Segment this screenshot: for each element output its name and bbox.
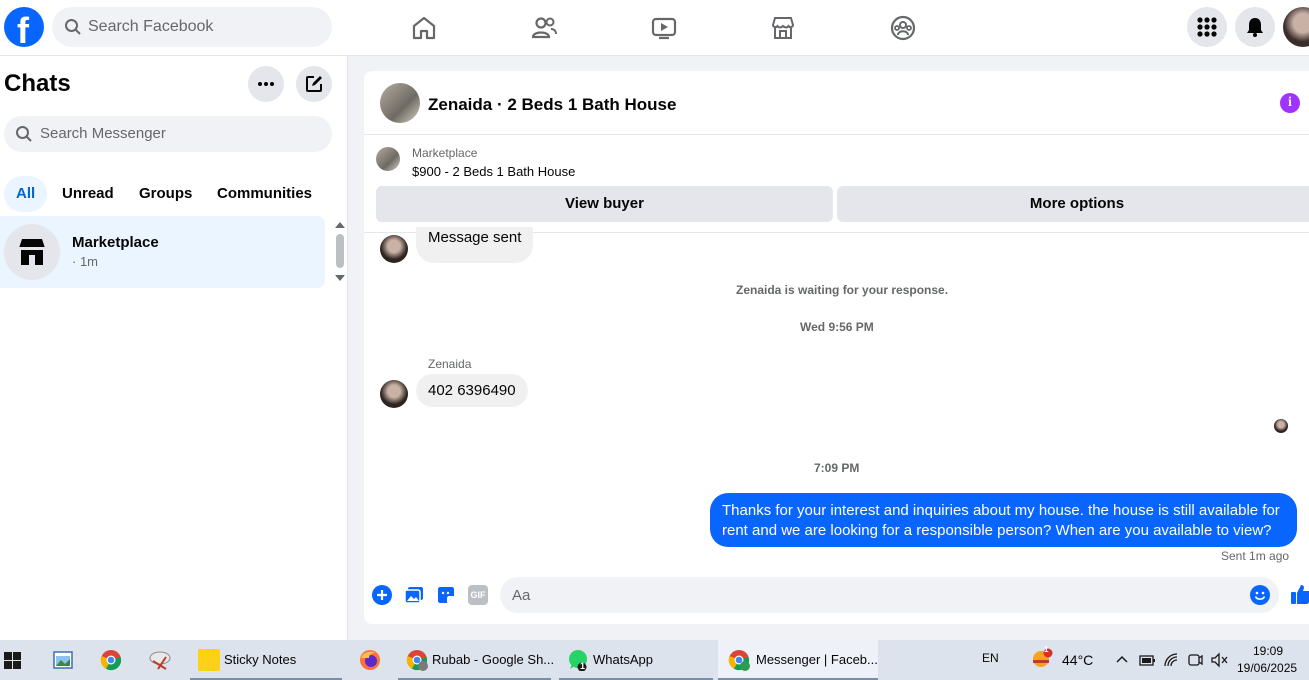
whatsapp-badge: 1 bbox=[580, 661, 586, 671]
chrome-profile-icon bbox=[728, 650, 750, 671]
message-bubble-outgoing: Thanks for your interest and inquiries a… bbox=[710, 493, 1297, 547]
paint-app-icon[interactable] bbox=[52, 649, 74, 671]
snipping-tool-icon[interactable] bbox=[148, 649, 174, 671]
listing-title[interactable]: $900 - 2 Beds 1 Bath House bbox=[412, 164, 575, 179]
chats-title: Chats bbox=[4, 70, 71, 97]
profile-avatar[interactable] bbox=[1283, 7, 1309, 47]
taskbar-item-label: Rubab - Google Sh... bbox=[432, 652, 555, 667]
menu-grid-button[interactable] bbox=[1187, 7, 1227, 47]
sender-avatar bbox=[380, 235, 408, 263]
message-bubble-incoming: 402 6396490 bbox=[416, 374, 528, 407]
chat-item-marketplace[interactable]: Marketplace · 1m bbox=[0, 216, 325, 288]
search-icon bbox=[65, 19, 81, 35]
chat-item-meta: · 1m bbox=[72, 254, 98, 269]
taskbar-item-label: WhatsApp bbox=[593, 652, 653, 667]
friends-icon[interactable] bbox=[528, 12, 560, 44]
language-indicator[interactable]: EN bbox=[982, 651, 999, 665]
marketplace-label: Marketplace bbox=[412, 146, 478, 160]
weather-badge: 1 bbox=[1044, 645, 1049, 654]
messenger-search-placeholder: Search Messenger bbox=[40, 125, 166, 142]
sent-status: Sent 1m ago bbox=[1221, 549, 1290, 563]
notifications-button[interactable] bbox=[1235, 7, 1275, 47]
grid-icon bbox=[1197, 17, 1217, 37]
video-icon[interactable] bbox=[648, 12, 680, 44]
more-icon bbox=[258, 82, 274, 86]
top-navigation-bar: f Search Facebook bbox=[0, 0, 1309, 56]
emoji-icon[interactable] bbox=[1250, 585, 1270, 605]
chat-list-scrollbar[interactable] bbox=[336, 234, 344, 268]
filter-unread[interactable]: Unread bbox=[50, 176, 126, 212]
taskbar-item-messenger[interactable]: Messenger | Faceb... bbox=[718, 640, 878, 680]
home-icon[interactable] bbox=[408, 12, 440, 44]
more-options-button[interactable]: More options bbox=[837, 186, 1309, 222]
filter-communities[interactable]: Communities bbox=[205, 176, 324, 212]
sticker-icon[interactable] bbox=[436, 585, 456, 605]
clock-time[interactable]: 19:09 bbox=[1253, 644, 1283, 658]
add-icon[interactable] bbox=[372, 585, 392, 605]
taskbar-item-sticky-notes[interactable]: Sticky Notes bbox=[190, 640, 342, 680]
message-input[interactable]: Aa bbox=[500, 577, 1279, 613]
clock-date[interactable]: 19/06/2025 bbox=[1237, 661, 1297, 675]
whatsapp-icon bbox=[569, 650, 587, 671]
conversation-title[interactable]: Zenaida · 2 Beds 1 Bath House bbox=[428, 95, 676, 115]
new-message-button[interactable] bbox=[296, 66, 332, 102]
chats-options-button[interactable] bbox=[248, 66, 284, 102]
storefront-icon bbox=[19, 239, 45, 265]
taskbar-item-label: Messenger | Faceb... bbox=[756, 652, 878, 667]
firefox-icon[interactable] bbox=[359, 649, 381, 671]
read-receipt-avatar bbox=[1274, 419, 1288, 433]
meet-now-icon[interactable] bbox=[1187, 652, 1203, 668]
groups-icon[interactable] bbox=[887, 12, 919, 44]
message-input-placeholder: Aa bbox=[512, 587, 531, 604]
taskbar-item-google-sheets[interactable]: Rubab - Google Sh... bbox=[398, 640, 555, 680]
sender-avatar bbox=[380, 380, 408, 408]
listing-thumbnail[interactable] bbox=[376, 147, 400, 171]
conversation-header: Zenaida · 2 Beds 1 Bath House i bbox=[364, 71, 1309, 135]
sticky-notes-icon bbox=[198, 649, 220, 671]
windows-start-icon[interactable] bbox=[4, 652, 21, 669]
message-bubble-incoming: Message sent bbox=[416, 227, 534, 263]
compose-icon bbox=[306, 76, 322, 92]
weather-icon[interactable] bbox=[1030, 648, 1054, 670]
waiting-notice: Zenaida is waiting for your response. bbox=[736, 283, 949, 297]
chat-item-name: Marketplace bbox=[72, 234, 159, 251]
view-buyer-button[interactable]: View buyer bbox=[376, 186, 833, 222]
scroll-down-arrow[interactable] bbox=[335, 275, 345, 281]
scroll-up-arrow[interactable] bbox=[335, 222, 345, 228]
messenger-search-input[interactable]: Search Messenger bbox=[4, 116, 332, 152]
chats-sidebar: Chats Search Messenger All Unread Groups… bbox=[0, 56, 348, 640]
filter-groups[interactable]: Groups bbox=[127, 176, 204, 212]
chrome-profile-icon bbox=[406, 650, 428, 671]
conversation-panel: Zenaida · 2 Beds 1 Bath House i Marketpl… bbox=[364, 71, 1309, 624]
like-icon[interactable] bbox=[1290, 583, 1309, 605]
wifi-icon[interactable] bbox=[1163, 652, 1179, 668]
facebook-logo[interactable]: f bbox=[4, 7, 44, 51]
chevron-up-icon[interactable] bbox=[1115, 654, 1129, 664]
windows-taskbar: Sticky Notes Rubab - Google Sh... 1 What… bbox=[0, 640, 1309, 680]
photo-icon[interactable] bbox=[404, 585, 424, 605]
timestamp: 7:09 PM bbox=[814, 461, 860, 475]
marketplace-icon[interactable] bbox=[767, 12, 799, 44]
chat-avatar bbox=[4, 224, 60, 280]
filter-all[interactable]: All bbox=[4, 176, 48, 212]
facebook-search-placeholder: Search Facebook bbox=[88, 18, 214, 35]
conversation-avatar[interactable] bbox=[380, 83, 420, 123]
taskbar-item-whatsapp[interactable]: 1 WhatsApp bbox=[559, 640, 713, 680]
facebook-search-input[interactable]: Search Facebook bbox=[52, 7, 332, 47]
info-icon[interactable]: i bbox=[1280, 93, 1300, 113]
search-icon bbox=[16, 126, 32, 142]
sender-name: Zenaida bbox=[428, 357, 472, 371]
taskbar-item-label: Sticky Notes bbox=[224, 652, 297, 667]
gif-icon[interactable]: GIF bbox=[468, 585, 488, 605]
battery-icon[interactable] bbox=[1138, 652, 1156, 668]
weather-temperature[interactable]: 44°C bbox=[1062, 652, 1093, 668]
volume-muted-icon[interactable] bbox=[1210, 652, 1228, 668]
bell-icon bbox=[1247, 18, 1263, 37]
timestamp: Wed 9:56 PM bbox=[800, 320, 874, 334]
chrome-icon[interactable] bbox=[100, 649, 122, 671]
